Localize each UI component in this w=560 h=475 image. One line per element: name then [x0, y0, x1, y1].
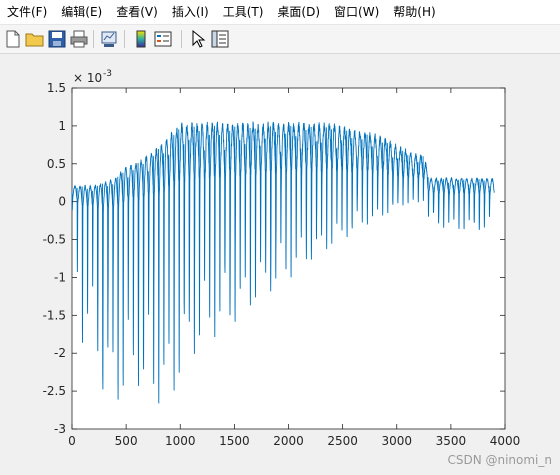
menu-file[interactable]: 文件(F) [0, 0, 54, 24]
menu-tools[interactable]: 工具(T) [216, 0, 271, 24]
figure-canvas: 0 500 1000 1500 2000 2500 3000 3500 4000 1.5 1 0.5 0… [0, 54, 560, 475]
toolbar-separator [93, 30, 94, 48]
exponent-label: × 10 [73, 71, 102, 85]
y-tick-label: 1 [58, 119, 66, 133]
x-tick-label: 2500 [327, 434, 358, 448]
y-tick-label: -2.5 [43, 384, 66, 398]
toolbar-separator [124, 30, 125, 48]
legend-icon[interactable] [153, 29, 173, 49]
x-tick-label: 0 [68, 434, 76, 448]
menu-edit[interactable]: 编辑(E) [54, 0, 109, 24]
x-tick-label: 3000 [381, 434, 412, 448]
y-tick-label: -3 [54, 422, 66, 436]
link-plot-icon[interactable] [99, 29, 119, 49]
menu-bar: 文件(F) 编辑(E) 查看(V) 插入(I) 工具(T) 桌面(D) 窗口(W… [0, 0, 560, 25]
x-tick-label: 1000 [165, 434, 196, 448]
menu-insert[interactable]: 插入(I) [165, 0, 216, 24]
y-tick-label: 0.5 [47, 157, 66, 171]
menu-desktop[interactable]: 桌面(D) [270, 0, 328, 24]
x-tick-label: 3500 [436, 434, 467, 448]
watermark: CSDN @ninomi_n [447, 453, 552, 467]
toolbar [0, 25, 560, 54]
toolbar-separator [181, 30, 182, 48]
y-tick-label: -2 [54, 346, 66, 360]
new-figure-icon[interactable] [3, 29, 23, 49]
print-icon[interactable] [69, 29, 89, 49]
save-icon[interactable] [47, 29, 67, 49]
x-tick-label: 4000 [490, 434, 521, 448]
menu-window[interactable]: 窗口(W) [327, 0, 386, 24]
exponent-power: -3 [103, 69, 112, 79]
colorbar-icon[interactable] [131, 29, 151, 49]
axes-box [71, 87, 506, 430]
menu-view[interactable]: 查看(V) [109, 0, 165, 24]
x-tick-label: 2000 [273, 434, 304, 448]
x-tick-label: 1500 [219, 434, 250, 448]
y-tick-label: 0 [58, 195, 66, 209]
menu-help[interactable]: 帮助(H) [386, 0, 442, 24]
pointer-icon[interactable] [188, 29, 208, 49]
x-tick-label: 500 [115, 434, 138, 448]
y-tick-label: -1.5 [43, 308, 66, 322]
line-chart: 0 500 1000 1500 2000 2500 3000 3500 4000 1.5 1 0.5 0… [43, 69, 521, 448]
property-editor-icon[interactable] [210, 29, 230, 49]
y-tick-label: 1.5 [47, 81, 66, 95]
y-tick-label: -1 [54, 270, 66, 284]
figure-window: 文件(F) 编辑(E) 查看(V) 插入(I) 工具(T) 桌面(D) 窗口(W… [0, 0, 560, 475]
y-tick-label: -0.5 [43, 233, 66, 247]
open-folder-icon[interactable] [25, 29, 45, 49]
